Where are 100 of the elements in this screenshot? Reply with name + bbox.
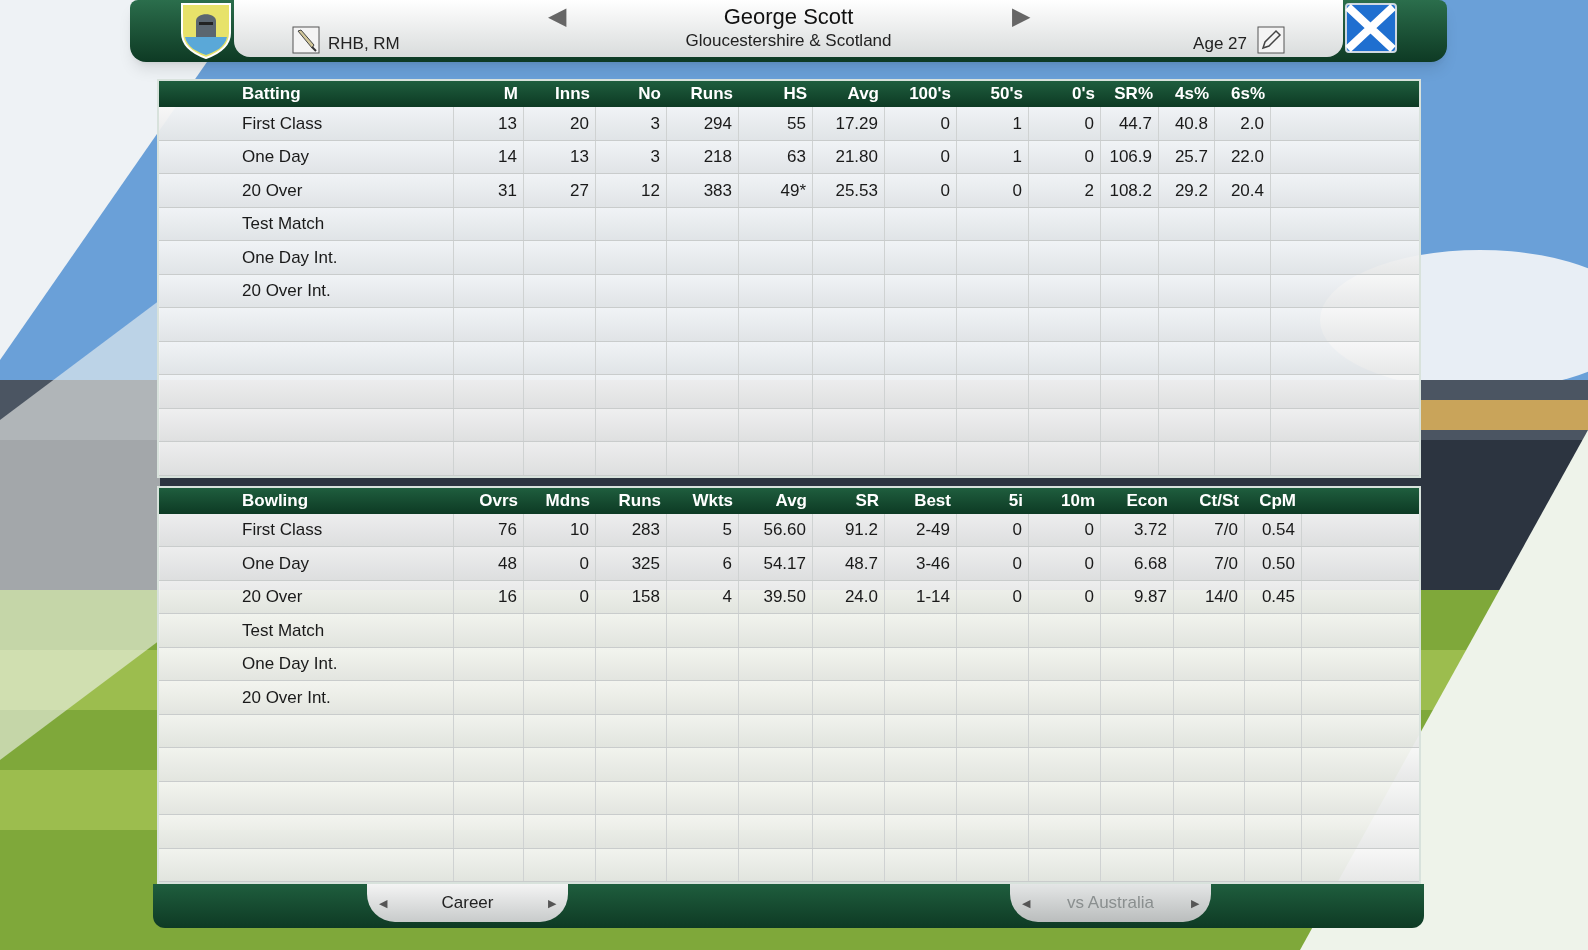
column-header: Batting	[241, 83, 302, 105]
row-label: One Day Int.	[242, 246, 338, 269]
tab-selector[interactable]: ◀ Career ▶	[367, 884, 568, 922]
column-header: Avg	[846, 83, 880, 105]
table-cell-text: 0	[1084, 586, 1094, 608]
table-cell-text: 12	[641, 179, 660, 202]
table-cell-text: 0	[1012, 586, 1022, 608]
column-header: Wkts	[691, 489, 734, 512]
player-name: George Scott	[723, 4, 854, 30]
table-cell-text: 0.50	[1261, 552, 1295, 575]
column-header: 5i	[1007, 489, 1024, 512]
column-header: Avg	[774, 489, 808, 512]
table-cell-text: 17.29	[835, 112, 878, 135]
column-header: Ct/St	[1198, 489, 1240, 512]
table-cell-text: 6.68	[1133, 552, 1167, 575]
table-cell-text: 40.8	[1174, 112, 1208, 135]
table-cell-text: 16	[498, 586, 517, 608]
player-teams: Gloucestershire & Scotland	[685, 30, 892, 52]
table-cell-text: 7/0	[1214, 519, 1238, 541]
table-cell-text: 325	[631, 552, 660, 575]
row-label: One Day	[242, 552, 310, 575]
table-cell-text: 10	[570, 519, 589, 541]
table-cell-text: 0	[1084, 519, 1094, 541]
table-cell-text: 3.72	[1133, 519, 1167, 541]
table-cell-text: 4	[722, 586, 732, 608]
table-cell-text: 31	[498, 179, 517, 202]
column-header: M	[502, 83, 519, 105]
table-cell-text: 49*	[780, 179, 806, 202]
row-label: First Class	[242, 519, 323, 541]
column-header: SR	[854, 489, 880, 512]
column-header: HS	[782, 83, 808, 105]
table-cell-text: 1	[1012, 146, 1022, 168]
tab-label: Career	[441, 892, 494, 915]
table-cell-text: 0	[940, 179, 950, 202]
table-cell-text: 1	[1012, 112, 1022, 135]
table-cell-text: 44.7	[1118, 112, 1152, 135]
table-cell-text: 0	[1084, 552, 1094, 575]
table-cell-text: 25.53	[835, 179, 878, 202]
table-cell-text: 2	[1084, 179, 1094, 202]
table-cell-text: 48.7	[844, 552, 878, 575]
table-cell-text: 0	[940, 146, 950, 168]
table-cell-text: 0.45	[1261, 586, 1295, 608]
row-label: 20 Over Int.	[242, 280, 331, 302]
table-cell-text: 0	[579, 552, 589, 575]
tab-label: vs Australia	[1067, 892, 1154, 915]
next-player-button[interactable]: ▶	[1011, 4, 1030, 28]
previous-arrow[interactable]: ◀	[379, 894, 387, 912]
table-cell-text: 3	[650, 112, 660, 135]
table-cell-text: 13	[570, 146, 589, 168]
table-cell-text: 283	[631, 519, 660, 541]
table-cell-text: 54.17	[763, 552, 806, 575]
column-header: 100's	[908, 83, 952, 105]
column-header: Runs	[689, 83, 734, 105]
table-cell-text: 0	[1012, 519, 1022, 541]
table-cell-text: 3	[650, 146, 660, 168]
table-cell-text: 56.60	[763, 519, 806, 541]
row-label: 20 Over	[242, 179, 303, 202]
column-header: Mdns	[544, 489, 591, 512]
cricket-bat-icon	[292, 26, 320, 54]
table-cell-text: 218	[703, 146, 732, 168]
table-cell-text: 0	[1012, 552, 1022, 575]
table-cell-text: 383	[703, 179, 732, 202]
table-cell-text: 91.2	[844, 519, 878, 541]
column-header: Best	[913, 489, 952, 512]
column-header: SR%	[1113, 83, 1154, 105]
table-cell-text: 0	[1084, 112, 1094, 135]
table-cell-text: 0	[579, 586, 589, 608]
column-header: Econ	[1125, 489, 1169, 512]
table-cell-text: 39.50	[763, 586, 806, 608]
next-arrow[interactable]: ▶	[548, 894, 556, 912]
table-cell-text: 55	[787, 112, 806, 135]
table-cell-text: 27	[570, 179, 589, 202]
table-cell-text: 9.87	[1133, 586, 1167, 608]
table-cell-text: 6	[722, 552, 732, 575]
table-cell-text: 13	[498, 112, 517, 135]
column-header: 4s%	[1173, 83, 1210, 105]
table-cell-text: 22.0	[1230, 146, 1264, 168]
row-label: 20 Over Int.	[242, 686, 331, 709]
column-header: 50's	[989, 83, 1024, 105]
table-cell-text: 29.2	[1174, 179, 1208, 202]
edit-pencil-icon[interactable]	[1257, 26, 1285, 54]
table-cell-text: 14/0	[1204, 586, 1238, 608]
row-label: Test Match	[242, 213, 325, 235]
table-cell-text: 2.0	[1240, 112, 1264, 135]
table-cell-text: 48	[498, 552, 517, 575]
player-role: RHB, RM	[328, 35, 400, 54]
previous-player-button[interactable]: ◀	[547, 4, 566, 28]
table-cell-text: 3-46	[915, 552, 950, 575]
table-cell-text: 0	[940, 112, 950, 135]
table-cell-text: 1-14	[915, 586, 950, 608]
row-label: One Day	[242, 146, 310, 168]
table-cell-text: 21.80	[835, 146, 878, 168]
table-cell-text: 158	[631, 586, 660, 608]
column-header: 10m	[1059, 489, 1096, 512]
row-label: 20 Over	[242, 586, 303, 608]
saltire-flag-icon	[1345, 3, 1397, 53]
table-cell-text: 294	[703, 112, 732, 135]
row-label: First Class	[242, 112, 323, 135]
table-cell-text: 24.0	[844, 586, 878, 608]
table-cell-text: 25.7	[1174, 146, 1208, 168]
